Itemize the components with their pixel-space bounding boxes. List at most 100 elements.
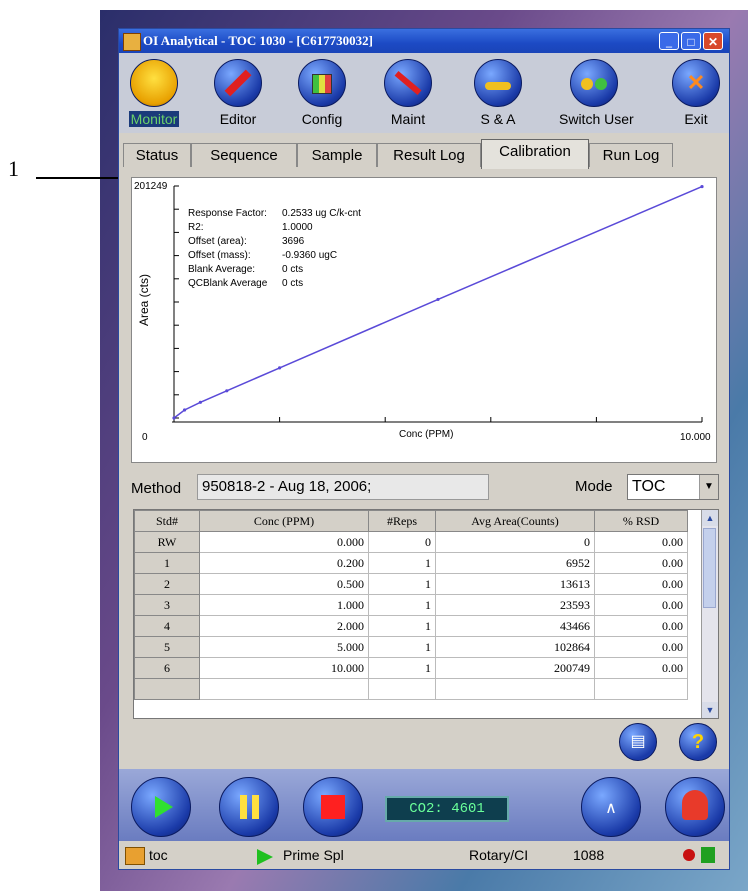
scroll-thumb[interactable] bbox=[703, 528, 716, 608]
cell-std: RW bbox=[134, 531, 200, 553]
start-button[interactable] bbox=[131, 777, 191, 837]
play-icon bbox=[155, 796, 173, 818]
y-axis-label: Area (cts) bbox=[137, 274, 151, 326]
data-point bbox=[198, 400, 202, 404]
y-top-label: 201249 bbox=[134, 181, 168, 192]
method-field[interactable]: 950818-2 - Aug 18, 2006; bbox=[197, 474, 489, 500]
status-state: Prime Spl bbox=[283, 847, 344, 863]
co2-readout: CO2: 4601 bbox=[385, 796, 509, 822]
status-user: toc bbox=[149, 847, 168, 863]
cell-rsd: 0.00 bbox=[594, 573, 688, 595]
tab-calibration[interactable]: Calibration bbox=[481, 139, 589, 169]
users-icon bbox=[570, 59, 618, 107]
col-rsd: % RSD bbox=[594, 510, 688, 532]
maximize-button[interactable]: □ bbox=[681, 32, 701, 50]
switch-user-button[interactable]: Switch User bbox=[559, 59, 634, 133]
editor-button[interactable]: Editor bbox=[203, 59, 273, 133]
data-point bbox=[225, 389, 229, 393]
cell-rsd: 0.00 bbox=[594, 552, 688, 574]
table-scrollbar[interactable]: ▲ ▼ bbox=[701, 510, 718, 718]
cell-std-empty bbox=[134, 678, 200, 700]
pause-icon bbox=[239, 795, 247, 819]
title-bar[interactable]: OI Analytical - TOC 1030 - [C617730032] … bbox=[119, 29, 729, 53]
stop-button[interactable] bbox=[303, 777, 363, 837]
table-row[interactable]: 6 10.000 1 200749 0.00 bbox=[134, 657, 688, 679]
cell-avg-area: 102864 bbox=[435, 636, 595, 658]
grid-icon bbox=[298, 59, 346, 107]
s-and-a-button[interactable]: S & A bbox=[463, 59, 533, 133]
config-button[interactable]: Config bbox=[287, 59, 357, 133]
help-button[interactable]: ? bbox=[679, 723, 717, 761]
close-window-button[interactable]: ✕ bbox=[703, 32, 723, 50]
cell-rsd: 0.00 bbox=[594, 657, 688, 679]
minimize-button[interactable]: _ bbox=[659, 32, 679, 50]
pause-button[interactable] bbox=[219, 777, 279, 837]
print-button[interactable]: ▤ bbox=[619, 723, 657, 761]
table-row[interactable]: 3 1.000 1 23593 0.00 bbox=[134, 594, 688, 616]
peak-view-button[interactable]: ∧ bbox=[581, 777, 641, 837]
stat-value-blank-average: 0 cts bbox=[282, 264, 303, 275]
stat-value-offset-area: 3696 bbox=[282, 236, 305, 247]
table-header-row: Std# Conc (PPM) #Reps Avg Area(Counts) %… bbox=[134, 510, 688, 532]
cell-conc: 10.000 bbox=[199, 657, 369, 679]
cell-std: 2 bbox=[134, 573, 200, 595]
cell-std: 1 bbox=[134, 552, 200, 574]
x-tick-label-1: 10.000 bbox=[680, 432, 711, 443]
cell-avg-area: 13613 bbox=[435, 573, 595, 595]
cell-empty bbox=[199, 678, 369, 700]
alarm-button[interactable] bbox=[665, 777, 725, 837]
cell-empty bbox=[368, 678, 436, 700]
tab-sample[interactable]: Sample bbox=[297, 143, 377, 167]
cell-avg-area: 0 bbox=[435, 531, 595, 553]
cell-avg-area: 200749 bbox=[435, 657, 595, 679]
maint-button[interactable]: Maint bbox=[373, 59, 443, 133]
exit-label: Exit bbox=[684, 111, 708, 127]
data-point bbox=[172, 416, 176, 420]
mode-value: TOC bbox=[632, 478, 666, 495]
col-avg-area: Avg Area(Counts) bbox=[435, 510, 595, 532]
table-row[interactable]: 2 0.500 1 13613 0.00 bbox=[134, 573, 688, 595]
cell-conc: 2.000 bbox=[199, 615, 369, 637]
stat-label-offset-mass: Offset (mass): bbox=[188, 250, 251, 261]
tab-strip: Status Sequence Sample Result Log Calibr… bbox=[123, 139, 723, 169]
cell-reps: 1 bbox=[368, 636, 436, 658]
col-std: Std# bbox=[134, 510, 200, 532]
data-point bbox=[436, 297, 440, 302]
status-red-indicator bbox=[683, 849, 695, 861]
table-row[interactable]: RW 0.000 0 0 0.00 bbox=[134, 531, 688, 553]
chart-marks bbox=[172, 184, 704, 420]
printer-icon: ▤ bbox=[630, 733, 646, 750]
cell-reps: 1 bbox=[368, 594, 436, 616]
mode-select[interactable]: TOC ▼ bbox=[627, 474, 719, 500]
method-label: Method bbox=[131, 480, 182, 497]
col-reps: #Reps bbox=[368, 510, 436, 532]
x-tick-label-0: 0 bbox=[142, 432, 148, 443]
app-window: OI Analytical - TOC 1030 - [C617730032] … bbox=[118, 28, 730, 870]
scroll-down-icon[interactable]: ▼ bbox=[702, 702, 718, 718]
table-row[interactable]: 4 2.000 1 43466 0.00 bbox=[134, 615, 688, 637]
table-row[interactable]: 1 0.200 1 6952 0.00 bbox=[134, 552, 688, 574]
table-row[interactable]: 5 5.000 1 102864 0.00 bbox=[134, 636, 688, 658]
main-toolbar: Monitor Editor Config Maint S & A Switch… bbox=[119, 53, 729, 133]
tab-status[interactable]: Status bbox=[123, 143, 191, 167]
cell-reps: 1 bbox=[368, 657, 436, 679]
cell-conc: 0.000 bbox=[199, 531, 369, 553]
chevron-down-icon[interactable]: ▼ bbox=[699, 475, 718, 499]
stat-value-qcblank-average: 0 cts bbox=[282, 278, 303, 289]
cell-rsd: 0.00 bbox=[594, 594, 688, 616]
series-line-0 bbox=[173, 185, 703, 419]
scroll-up-icon[interactable]: ▲ bbox=[702, 510, 718, 526]
screwdriver-icon bbox=[384, 59, 432, 107]
tab-sequence[interactable]: Sequence bbox=[191, 143, 297, 167]
stat-label-offset-area: Offset (area): bbox=[188, 236, 247, 247]
tab-result-log[interactable]: Result Log bbox=[377, 143, 481, 167]
monitor-button[interactable]: Monitor bbox=[119, 59, 189, 133]
data-point bbox=[278, 366, 282, 370]
exit-button[interactable]: ✕ Exit bbox=[661, 59, 731, 133]
table-row-empty[interactable] bbox=[134, 678, 688, 700]
status-bar: toc Prime Spl Rotary/CI 1088 bbox=[119, 843, 729, 869]
tab-run-log[interactable]: Run Log bbox=[589, 143, 673, 167]
cell-reps: 1 bbox=[368, 552, 436, 574]
control-bar: CO2: 4601 ∧ bbox=[119, 769, 729, 841]
chart-axes bbox=[172, 185, 703, 423]
